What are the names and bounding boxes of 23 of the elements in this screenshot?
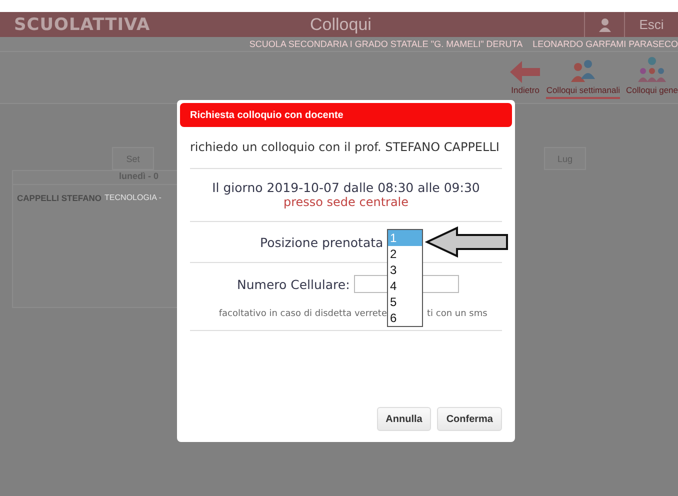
position-dropdown-menu[interactable]: 1 2 3 4 5 6: [387, 229, 423, 327]
cancel-button[interactable]: Annulla: [376, 407, 432, 431]
subject-name: TECNOLOGIA -: [104, 193, 162, 203]
page-title: Colloqui: [310, 14, 372, 34]
user-name: LEONARDO GARFAMI PARASECO: [532, 39, 678, 49]
dialog-title: Richiesta colloquio con docente: [180, 103, 512, 127]
app-logo: SCUOLATTIVA: [14, 14, 152, 34]
school-name: SCUOLA SECONDARIA I GRADO STATALE "G. MAMELI" DERUTA: [249, 39, 523, 49]
confirm-button[interactable]: Conferma: [437, 407, 502, 431]
toolbar-label: Colloqui settimanali: [546, 85, 620, 95]
left-arrow-icon: [510, 61, 540, 83]
note-text: facoltativo in caso di disdetta verrete: [218, 309, 387, 319]
appointment-place: presso sede centrale: [282, 195, 410, 211]
group-icon: [637, 55, 667, 83]
user-icon: [598, 18, 610, 32]
request-text: richiedo un colloquio con il prof. STEFANO CAPPELLI: [190, 139, 500, 156]
phone-label: Numero Cellulare:: [237, 276, 350, 292]
position-label: Posizione prenotata: [260, 234, 384, 250]
left-arrow-icon: [425, 226, 509, 258]
toolbar-label: Colloqui gene: [626, 85, 678, 95]
toolbar-label: Indietro: [511, 85, 540, 95]
note-text: ti con un sms: [427, 309, 488, 319]
teacher-name: CAPPELLI STEFANO: [17, 193, 102, 203]
